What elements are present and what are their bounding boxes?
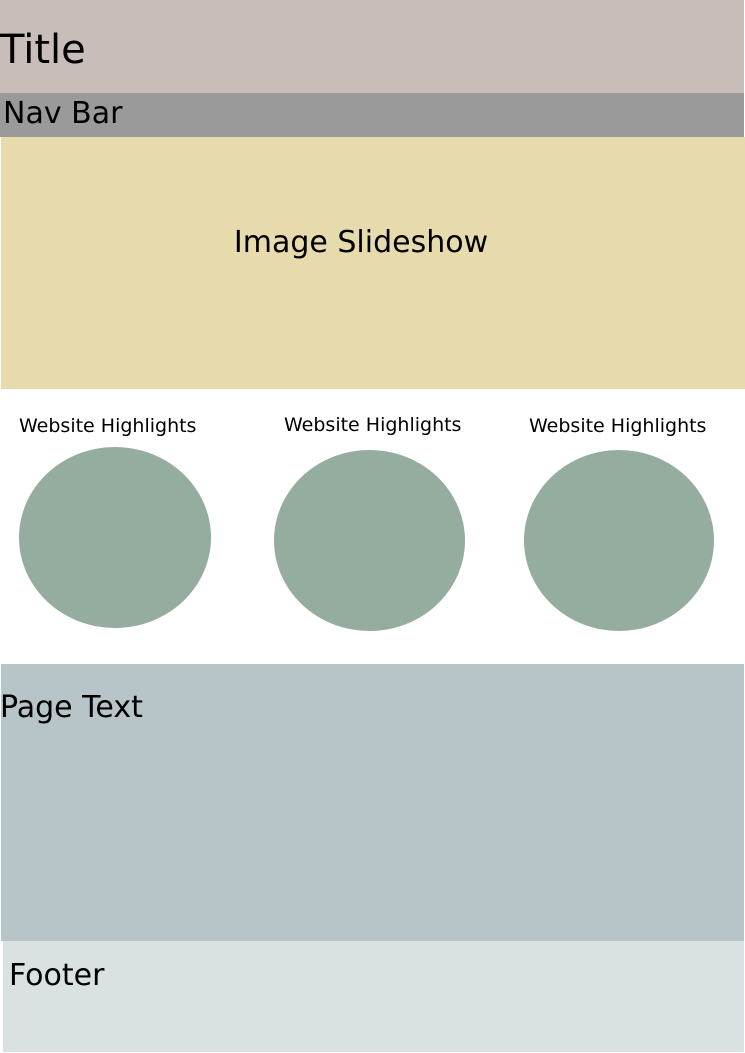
footer-label: Footer: [9, 958, 105, 993]
highlight-label-3: Website Highlights: [529, 415, 707, 437]
title-region: [0, 0, 744, 93]
footer-region: [3, 941, 744, 1052]
highlight-image-1: [19, 447, 211, 628]
highlight-image-3: [524, 450, 714, 631]
page-text-label: Page Text: [0, 690, 143, 725]
image-slideshow-label: Image Slideshow: [233, 225, 489, 260]
title-label: Title: [0, 27, 86, 73]
image-slideshow-region: [1, 137, 745, 389]
highlight-label-2: Website Highlights: [284, 414, 462, 436]
highlight-label-1: Website Highlights: [19, 415, 197, 437]
highlight-image-2: [274, 450, 465, 631]
nav-bar-label: Nav Bar: [3, 96, 123, 131]
